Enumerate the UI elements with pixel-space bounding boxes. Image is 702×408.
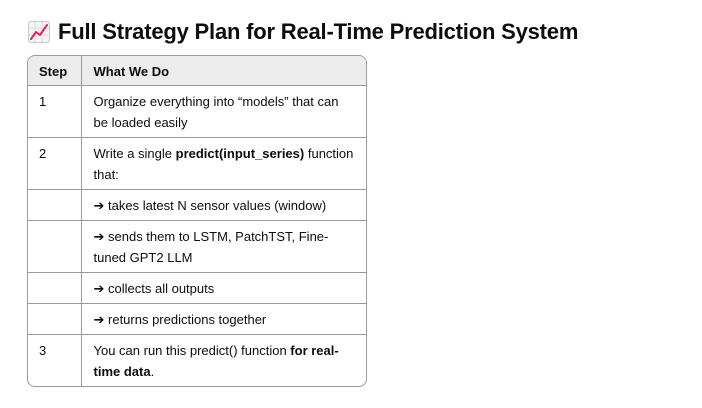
step-cell — [28, 220, 82, 273]
page-title-text: Full Strategy Plan for Real-Time Predict… — [58, 19, 579, 44]
description-text: Write a single — [93, 146, 176, 161]
description-text: You can run this predict() function — [93, 343, 291, 358]
step-cell — [28, 272, 82, 304]
table-row: 2 Write a single predict(input_series) f… — [28, 137, 366, 190]
page-title: Full Strategy Plan for Real-Time Predict… — [28, 16, 578, 48]
step-cell: 1 — [28, 85, 82, 138]
description-cell: Write a single predict(input_series) fun… — [81, 137, 366, 190]
table-row: 3 You can run this predict() function fo… — [28, 334, 366, 387]
column-header-what-we-do: What We Do — [81, 56, 366, 86]
step-cell: 2 — [28, 137, 82, 190]
table-row: ➔ sends them to LSTM, PatchTST, Fine-tun… — [28, 220, 366, 273]
table-row: ➔ takes latest N sensor values (window) — [28, 189, 366, 221]
table-header-row: Step What We Do — [28, 56, 366, 86]
strategy-table: Step What We Do 1 Organize everything in… — [27, 55, 367, 387]
table-row: ➔ collects all outputs — [28, 272, 366, 304]
description-cell: ➔ sends them to LSTM, PatchTST, Fine-tun… — [81, 220, 366, 273]
step-cell — [28, 189, 82, 221]
function-name: predict(input_series) — [175, 146, 305, 161]
description-cell: You can run this predict() function for … — [81, 335, 366, 387]
chart-increasing-icon — [28, 21, 50, 43]
description-cell: ➔ takes latest N sensor values (window) — [81, 189, 366, 221]
step-cell: 3 — [28, 334, 82, 386]
description-cell: ➔ returns predictions together — [81, 303, 366, 335]
step-cell — [28, 303, 82, 335]
column-header-step: Step — [28, 56, 82, 86]
description-cell: ➔ collects all outputs — [81, 272, 366, 304]
description-text: . — [150, 364, 155, 379]
table-row: ➔ returns predictions together — [28, 303, 366, 335]
table-row: 1 Organize everything into “models” that… — [28, 85, 366, 138]
description-cell: Organize everything into “models” that c… — [81, 85, 366, 138]
